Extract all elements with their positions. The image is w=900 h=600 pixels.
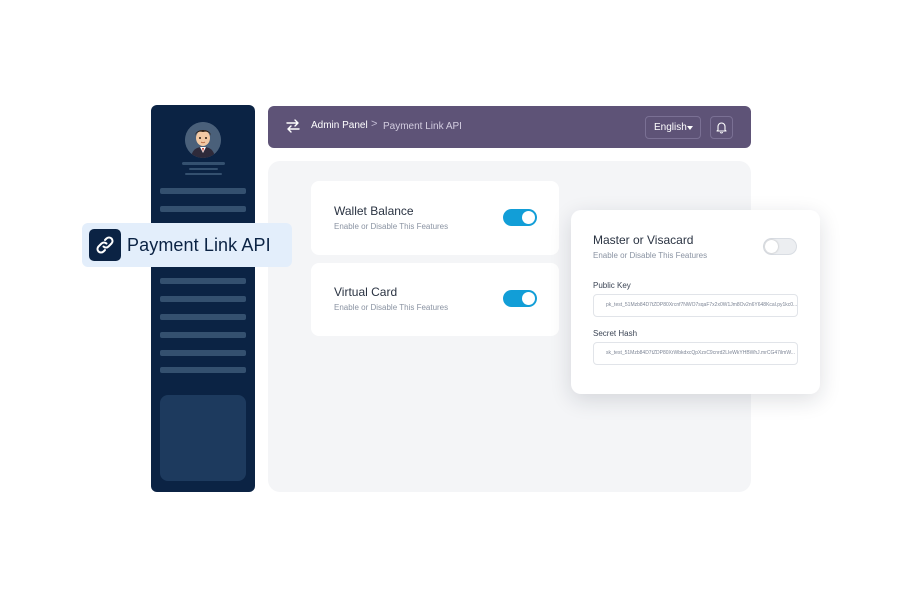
master-visacard-card: Master or Visacard Enable or Disable Thi… <box>571 210 820 394</box>
sidebar-promo-card <box>160 395 246 481</box>
sidebar-nav-item[interactable] <box>160 206 246 212</box>
public-key-label: Public Key <box>593 281 631 290</box>
breadcrumb-separator: > <box>371 118 378 130</box>
sidebar-nav-item[interactable] <box>160 278 246 284</box>
profile-name-placeholder <box>182 162 225 165</box>
toggle-knob <box>765 240 778 253</box>
virtual-card-toggle[interactable] <box>503 290 537 307</box>
wallet-balance-toggle[interactable] <box>503 209 537 226</box>
language-label: English <box>654 122 687 133</box>
master-visacard-title: Master or Visacard <box>593 233 694 247</box>
wallet-balance-subtitle: Enable or Disable This Features <box>334 222 449 231</box>
avatar-illustration <box>185 122 221 158</box>
profile-meta-placeholder <box>185 173 222 175</box>
sidebar-nav-item[interactable] <box>160 367 246 373</box>
sidebar-nav-item[interactable] <box>160 314 246 320</box>
payment-link-badge-label: Payment Link API <box>127 235 271 255</box>
swap-arrows-icon[interactable] <box>286 118 300 134</box>
secret-hash-label: Secret Hash <box>593 329 638 338</box>
wallet-balance-card: Wallet Balance Enable or Disable This Fe… <box>311 181 559 255</box>
master-visacard-subtitle: Enable or Disable This Features <box>593 251 708 260</box>
wallet-balance-title: Wallet Balance <box>334 204 414 218</box>
secret-hash-input[interactable]: sk_test_51Mzb84D7tZDP80XrWbkdxcQpXzxC9cn… <box>593 342 798 365</box>
master-visacard-toggle[interactable] <box>763 238 797 255</box>
language-select[interactable]: English <box>645 116 701 139</box>
chevron-down-icon <box>687 126 693 130</box>
toggle-knob <box>522 292 535 305</box>
sidebar-nav-item[interactable] <box>160 350 246 356</box>
bell-icon <box>716 122 727 134</box>
virtual-card-title: Virtual Card <box>334 285 398 299</box>
breadcrumb-home[interactable]: Admin Panel <box>311 120 368 131</box>
payment-link-badge: Payment Link API <box>82 223 292 267</box>
profile-meta-placeholder <box>189 168 218 170</box>
public-key-input[interactable]: pk_test_51Mzb84D7tZDP80Xrcnf7NWO7sqaF7x2… <box>593 294 798 317</box>
link-icon <box>89 229 121 261</box>
sidebar <box>151 105 255 492</box>
avatar[interactable] <box>185 122 221 158</box>
breadcrumb-current: Payment Link API <box>383 121 462 132</box>
notifications-button[interactable] <box>710 116 733 139</box>
top-header: Admin Panel > Payment Link API English <box>268 106 751 148</box>
virtual-card-card: Virtual Card Enable or Disable This Feat… <box>311 263 559 336</box>
toggle-knob <box>522 211 535 224</box>
sidebar-nav-item[interactable] <box>160 332 246 338</box>
stage: Admin Panel > Payment Link API English W… <box>0 0 900 600</box>
virtual-card-subtitle: Enable or Disable This Features <box>334 303 449 312</box>
sidebar-nav-item[interactable] <box>160 296 246 302</box>
sidebar-nav-item[interactable] <box>160 188 246 194</box>
